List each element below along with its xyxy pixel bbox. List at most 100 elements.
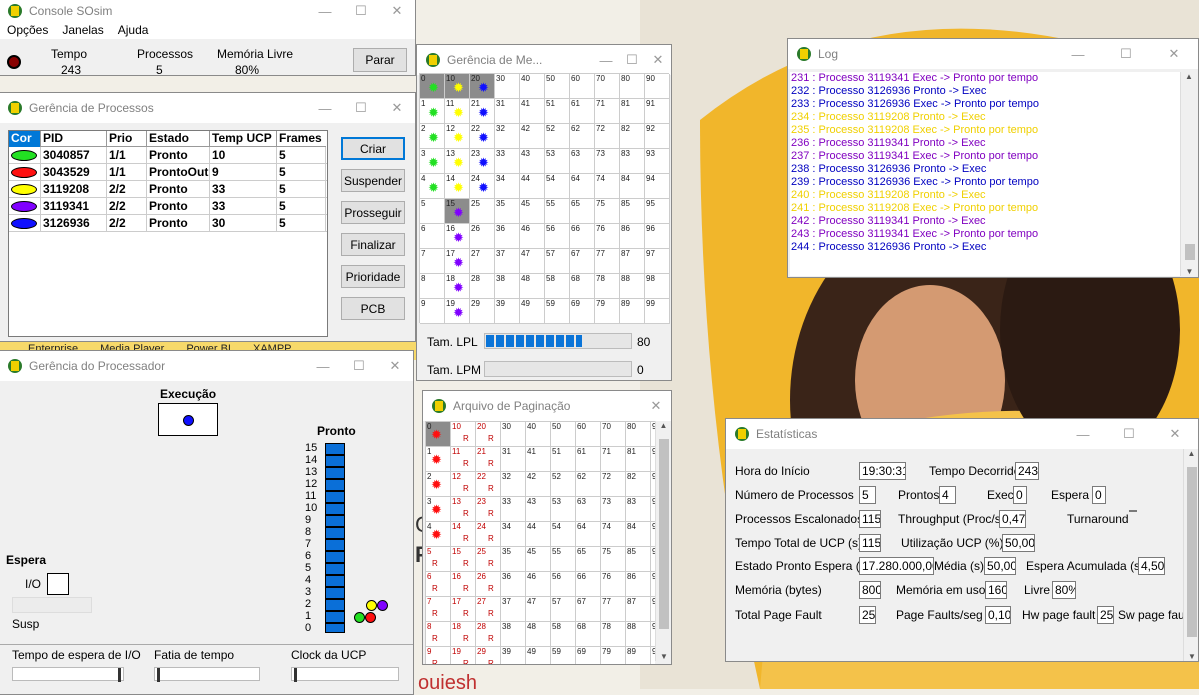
close-button[interactable]: ✕: [641, 391, 671, 421]
close-button[interactable]: ✕: [377, 351, 413, 381]
column-header-temp-ucp[interactable]: Temp UCP: [210, 131, 277, 147]
paging-slot: 33: [501, 497, 526, 522]
escalonados-value: 115: [859, 510, 881, 528]
window-title: Arquivo de Paginação: [453, 399, 571, 413]
scroll-up-arrow[interactable]: ▲: [1184, 449, 1198, 458]
finalizar-button[interactable]: Finalizar: [341, 233, 405, 256]
paging-slot: 64: [576, 522, 601, 547]
suspender-button[interactable]: Suspender: [341, 169, 405, 192]
minimize-button[interactable]: —: [305, 351, 341, 381]
column-header-prio[interactable]: Prio: [107, 131, 147, 147]
frame-number: 48: [521, 274, 530, 283]
console-window: Console SOsim — ☐ ✕ Opções Janelas Ajuda…: [0, 0, 416, 76]
prosseguir-button[interactable]: Prosseguir: [341, 201, 405, 224]
menu-opcoes[interactable]: Opções: [7, 21, 48, 39]
scroll-down-arrow[interactable]: ▼: [1181, 267, 1198, 276]
priority-level-label: 15: [305, 442, 318, 454]
close-button[interactable]: ✕: [645, 45, 671, 75]
running-process-dot: [183, 415, 194, 426]
frame-number: 85: [621, 199, 630, 208]
process-row[interactable]: 3043529 1/1 ProntoOut 9 5: [9, 164, 327, 181]
frame-number: 91: [646, 99, 655, 108]
menu-janelas[interactable]: Janelas: [62, 21, 103, 39]
memoria-livre-label: Memória Livre: [217, 47, 294, 61]
vertical-scrollbar[interactable]: ▲ ▼: [1180, 72, 1197, 276]
num-processos-value: 5: [859, 486, 876, 504]
paging-slot: 74: [601, 522, 626, 547]
paging-slot: 30: [501, 422, 526, 447]
throughput-label: Throughput (Proc/s): [898, 512, 1005, 526]
prioridade-button[interactable]: Prioridade: [341, 265, 405, 288]
frame-number: 2: [421, 124, 426, 133]
process-row[interactable]: 3126936 2/2 Pronto 30 5: [9, 215, 327, 232]
memoria-em-uso-value: 160: [985, 581, 1007, 599]
scroll-up-arrow[interactable]: ▲: [1181, 72, 1197, 81]
frame-number: 69: [571, 299, 580, 308]
cpu-clock-slider[interactable]: [291, 667, 399, 682]
scroll-thumb[interactable]: [1185, 244, 1195, 260]
memory-frame: 6: [420, 224, 445, 249]
close-button[interactable]: ✕: [1150, 39, 1198, 69]
column-header-estado[interactable]: Estado: [147, 131, 210, 147]
memory-frame: 8: [420, 274, 445, 299]
process-row[interactable]: 3040857 1/1 Pronto 10 5: [9, 147, 327, 164]
log-text-area[interactable]: 231 : Processo 3119341 Exec -> Pronto po…: [790, 72, 1180, 276]
slot-number: 30: [502, 422, 511, 431]
slider-thumb[interactable]: [118, 668, 121, 682]
priority-level-label: 5: [305, 562, 312, 574]
maximize-button[interactable]: ☐: [341, 351, 377, 381]
statistics-window: Estatísticas — ☐ ✕ Hora do Início 19:30:…: [725, 418, 1199, 662]
scroll-thumb[interactable]: [1187, 467, 1197, 637]
paging-slot: 6R: [426, 572, 451, 597]
minimize-button[interactable]: —: [1060, 419, 1106, 449]
vertical-scrollbar[interactable]: ▲ ▼: [1183, 449, 1198, 661]
window-title: Gerência do Processador: [29, 359, 166, 373]
slot-flag: R: [463, 434, 469, 443]
process-row[interactable]: 3119341 2/2 Pronto 33 5: [9, 198, 327, 215]
paging-slot: 10 R: [451, 422, 476, 447]
parar-button[interactable]: Parar: [353, 48, 407, 72]
priority-level-label: 2: [305, 598, 312, 610]
maximize-button[interactable]: ☐: [619, 45, 645, 75]
vertical-scrollbar[interactable]: ▲ ▼: [655, 421, 671, 661]
slider-thumb[interactable]: [294, 668, 297, 682]
paging-slot: 67: [576, 597, 601, 622]
close-button[interactable]: ✕: [1152, 419, 1198, 449]
minimize-button[interactable]: —: [1054, 39, 1102, 69]
memory-frame: 64: [570, 174, 595, 199]
close-button[interactable]: ✕: [379, 93, 415, 123]
scroll-up-arrow[interactable]: ▲: [656, 421, 671, 430]
minimize-button[interactable]: —: [307, 93, 343, 123]
scroll-down-arrow[interactable]: ▼: [656, 652, 671, 661]
memory-frame: 43: [520, 149, 545, 174]
priority-level-label: 0: [305, 622, 312, 634]
maximize-button[interactable]: ☐: [1102, 39, 1150, 69]
criar-button[interactable]: Criar: [341, 137, 405, 160]
maximize-button[interactable]: ☐: [343, 93, 379, 123]
pcb-button[interactable]: PCB: [341, 297, 405, 320]
process-estado-cell: Pronto: [147, 198, 210, 215]
slot-flag: R: [463, 584, 469, 593]
column-header-cor[interactable]: Cor: [9, 131, 41, 147]
maximize-button[interactable]: ☐: [1106, 419, 1152, 449]
slot-number: 36: [502, 572, 511, 581]
memory-frame: 89: [620, 299, 645, 324]
memory-frame: 56: [545, 224, 570, 249]
slot-number: 67: [577, 597, 586, 606]
time-slice-slider[interactable]: [154, 667, 260, 682]
slider-thumb[interactable]: [157, 668, 160, 682]
slot-flag: R: [432, 659, 438, 665]
process-row[interactable]: 3119208 2/2 Pronto 33 5: [9, 181, 327, 198]
frame-number: 4: [421, 174, 426, 183]
priority-level-label: 10: [305, 502, 318, 514]
io-wait-slider[interactable]: [12, 667, 124, 682]
column-header-frames[interactable]: Frames: [277, 131, 326, 147]
scroll-thumb[interactable]: [659, 439, 669, 629]
minimize-button[interactable]: —: [593, 45, 619, 75]
scroll-down-arrow[interactable]: ▼: [1184, 652, 1198, 661]
frame-number: 88: [621, 274, 630, 283]
paging-slot: 20 R: [476, 422, 501, 447]
process-frames-cell: 5: [277, 181, 326, 198]
menu-ajuda[interactable]: Ajuda: [118, 21, 149, 39]
column-header-pid[interactable]: PID: [41, 131, 107, 147]
